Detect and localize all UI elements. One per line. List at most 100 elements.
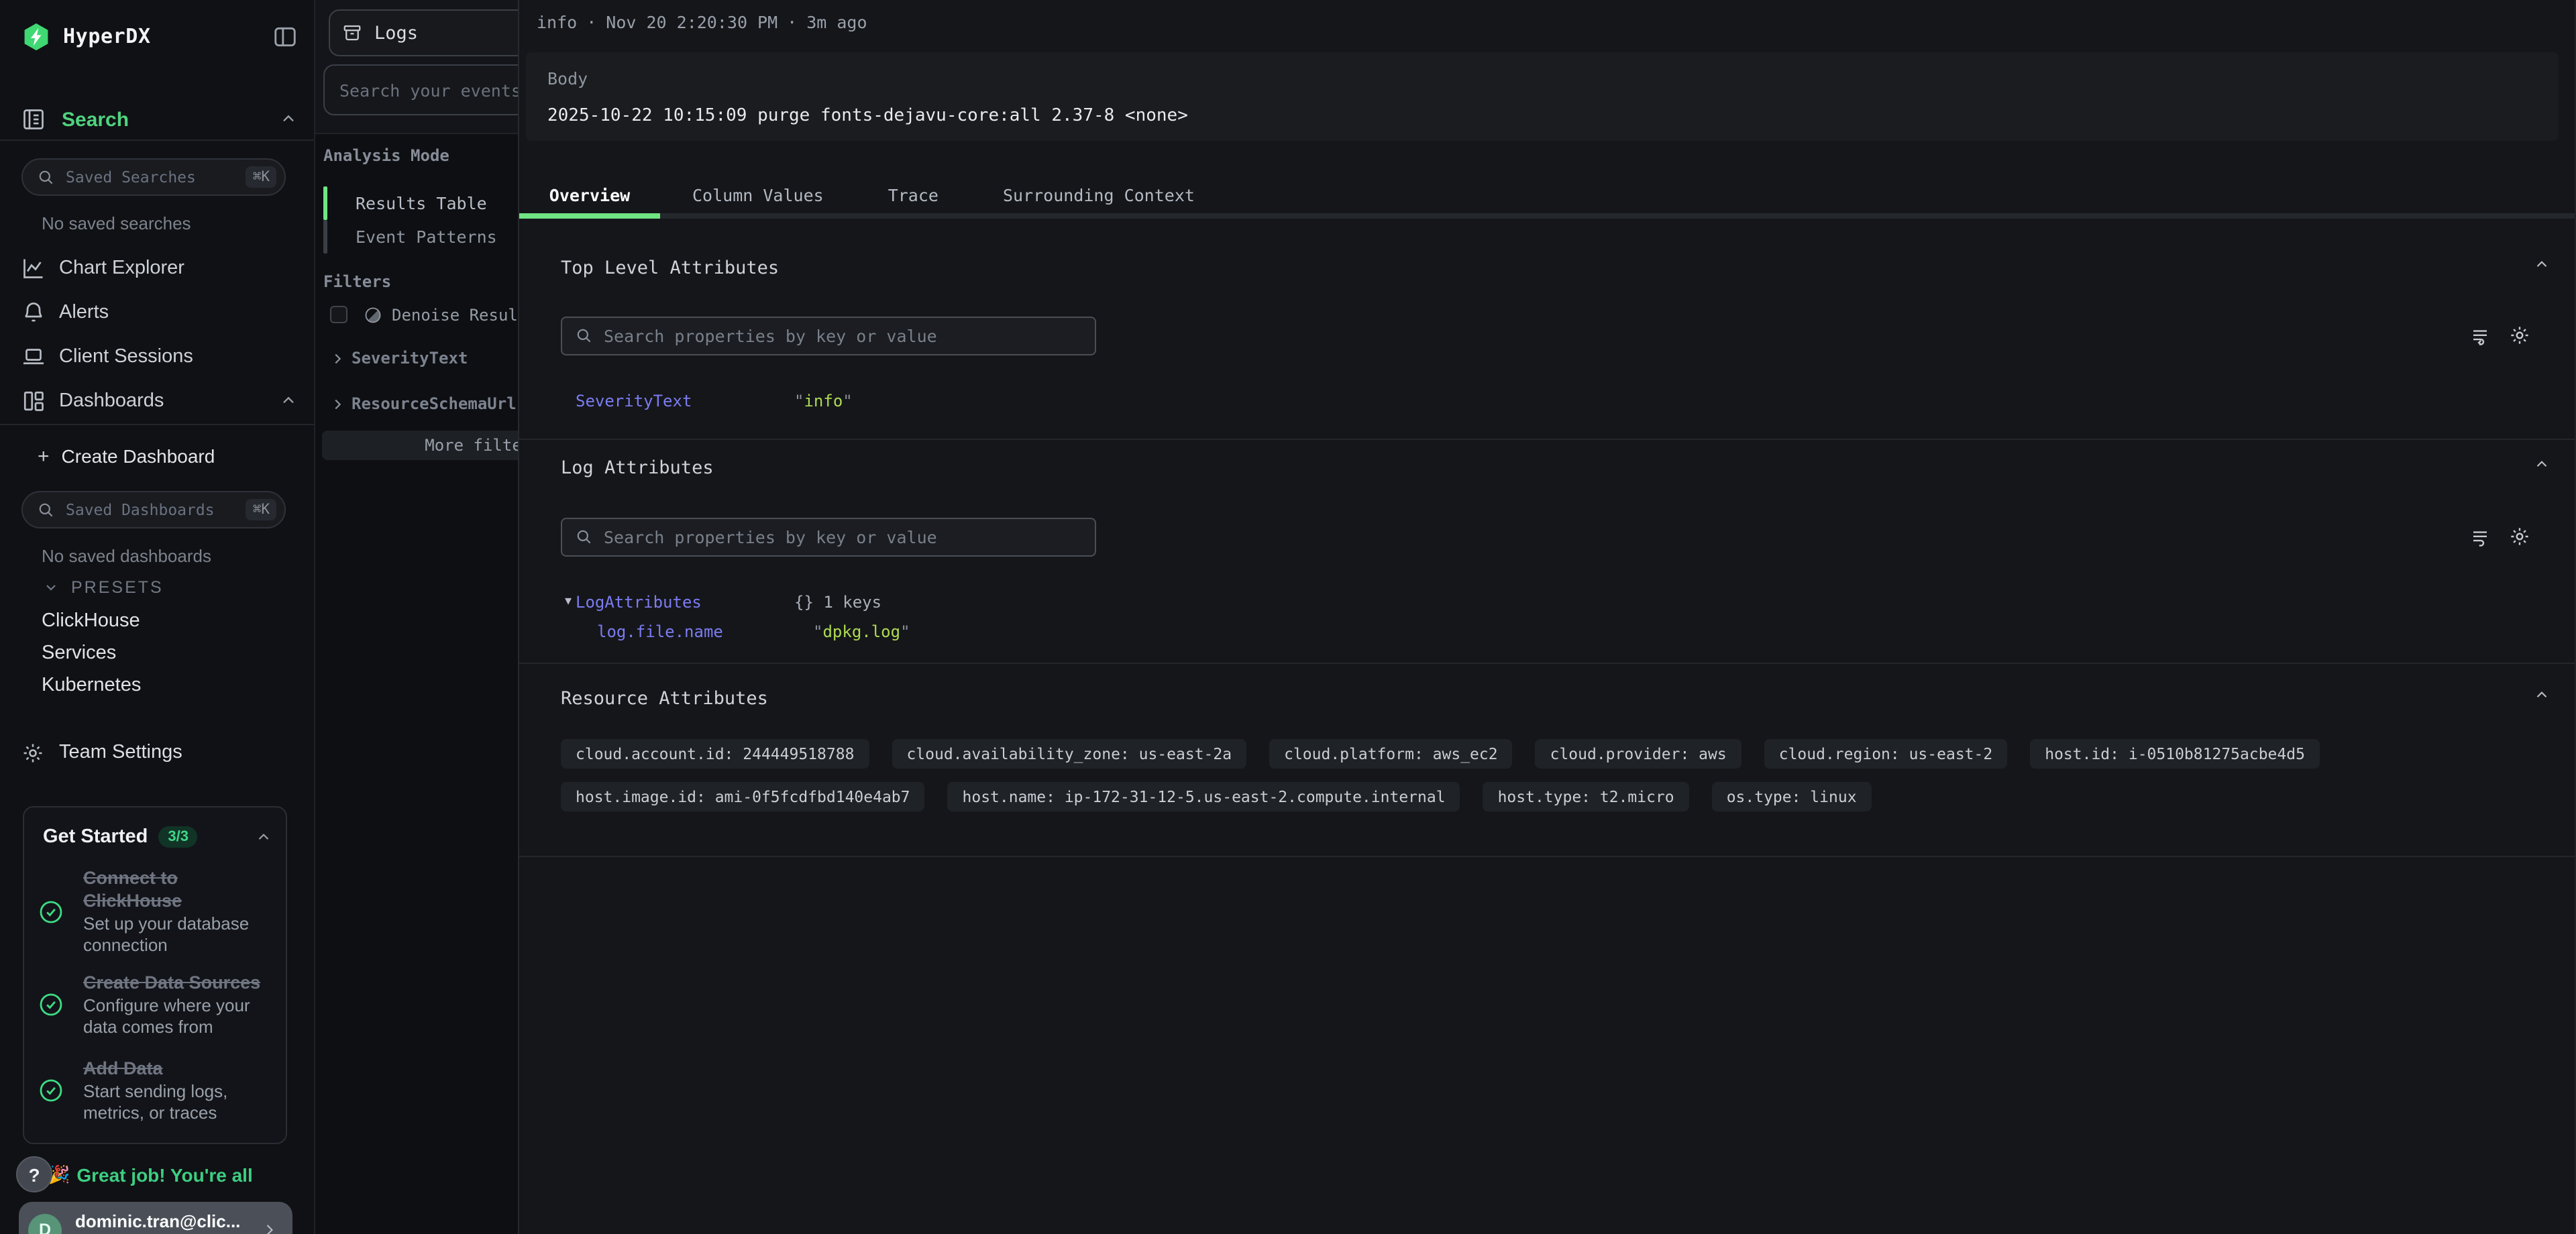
- preset-kubernetes[interactable]: Kubernetes: [42, 675, 141, 699]
- hyperdx-logo-icon: [21, 21, 51, 52]
- section-title-resource-attributes: Resource Attributes: [561, 688, 768, 710]
- section-title-top-level: Top Level Attributes: [561, 258, 779, 279]
- task-subtitle: Configure where your data comes from: [83, 995, 275, 1038]
- gear-icon: [21, 741, 44, 764]
- attribute-value[interactable]: "info": [794, 392, 853, 410]
- resource-chip[interactable]: cloud.availability_zone: us-east-2a: [892, 739, 1246, 769]
- team-settings-label: Team Settings: [59, 742, 182, 763]
- presets-toggle[interactable]: PRESETS: [43, 577, 164, 598]
- mode-event-patterns[interactable]: Event Patterns: [323, 220, 497, 254]
- section-divider: [519, 856, 2575, 857]
- resource-chip[interactable]: cloud.account.id: 244449518788: [561, 739, 869, 769]
- sidebar-item-alerts[interactable]: Alerts: [21, 290, 298, 334]
- divider: [0, 424, 314, 425]
- get-started-item-add-data[interactable]: Add Data Start sending logs, metrics, or…: [38, 1057, 275, 1124]
- filters-label: Filters: [323, 272, 391, 291]
- value-text: info: [804, 392, 843, 410]
- preset-services[interactable]: Services: [42, 642, 116, 667]
- filter-group-severitytext[interactable]: SeverityText: [330, 347, 468, 369]
- denoise-label: Denoise Results: [392, 305, 518, 324]
- search-icon: [38, 168, 55, 186]
- wrap-lines-icon[interactable]: [2470, 527, 2490, 547]
- search-filters-panel: Logs Search your events Analysis Mode Re…: [315, 0, 518, 1234]
- tab-column-values[interactable]: Column Values: [660, 184, 856, 205]
- body-card: Body 2025-10-22 10:15:09 purge fonts-dej…: [526, 52, 2559, 141]
- tab-overview[interactable]: Overview: [519, 184, 660, 205]
- resource-chip[interactable]: host.name: ip-172-31-12-5.us-east-2.comp…: [948, 782, 1460, 811]
- section-title-log-attributes: Log Attributes: [561, 457, 714, 479]
- resource-chip[interactable]: host.type: t2.micro: [1483, 782, 1689, 811]
- quote-mark: ": [794, 392, 804, 410]
- more-filters-button[interactable]: More filters: [322, 431, 518, 460]
- collapse-section-icon[interactable]: [2533, 687, 2551, 704]
- separator: ·: [586, 12, 596, 32]
- denoise-results-option[interactable]: Denoise Results: [330, 304, 518, 325]
- resource-chip[interactable]: cloud.provider: aws: [1536, 739, 1741, 769]
- chevron-up-icon[interactable]: [279, 110, 298, 129]
- property-search-input[interactable]: Search properties by key or value: [561, 518, 1096, 557]
- filter-group-resourceschemaurl[interactable]: ResourceSchemaUrl: [330, 393, 517, 414]
- gear-icon[interactable]: [2509, 325, 2530, 346]
- no-saved-searches-note: No saved searches: [42, 213, 191, 233]
- mode-results-table[interactable]: Results Table: [323, 186, 487, 220]
- get-started-item-datasources[interactable]: Create Data Sources Configure where your…: [38, 971, 275, 1038]
- tree-expand-caret[interactable]: ▾: [565, 594, 572, 609]
- active-tab-underline: [519, 213, 660, 219]
- chevron-right-icon: [330, 351, 345, 366]
- checkbox[interactable]: [330, 306, 347, 323]
- keys-count-meta: {} 1 keys: [794, 593, 881, 612]
- sidebar-item-search[interactable]: Search: [21, 105, 298, 134]
- create-dashboard-label: Create Dashboard: [62, 445, 215, 467]
- get-started-header[interactable]: Get Started 3/3: [43, 826, 272, 848]
- task-title: Add Data: [83, 1057, 275, 1080]
- sidebar-item-dashboards[interactable]: Dashboards: [21, 378, 298, 423]
- resource-chip[interactable]: os.type: linux: [1712, 782, 1872, 811]
- collapse-section-icon[interactable]: [2533, 256, 2551, 274]
- attribute-key[interactable]: SeverityText: [576, 392, 692, 410]
- user-account-button[interactable]: D dominic.tran@clic... dominic.tran@clic…: [19, 1202, 292, 1234]
- sidebar-item-team-settings[interactable]: Team Settings: [21, 738, 182, 767]
- help-button[interactable]: ?: [16, 1156, 52, 1192]
- resource-chip[interactable]: host.id: i-0510b81275acbe4d5: [2030, 739, 2320, 769]
- value-text: dpkg.log: [822, 622, 900, 641]
- mode-label: Results Table: [356, 193, 487, 213]
- attribute-key[interactable]: LogAttributes: [576, 593, 702, 612]
- sidebar-item-chart-explorer[interactable]: Chart Explorer: [21, 245, 298, 290]
- saved-dashboards-input[interactable]: Saved Dashboards ⌘K: [21, 491, 286, 528]
- chevron-up-icon[interactable]: [279, 391, 298, 410]
- sidebar-item-client-sessions[interactable]: Client Sessions: [21, 334, 298, 378]
- saved-searches-input[interactable]: Saved Searches ⌘K: [21, 158, 286, 196]
- get-started-item-connect[interactable]: Connect to ClickHouse Set up your databa…: [38, 866, 275, 956]
- separator: ·: [787, 12, 797, 32]
- check-circle-icon: [38, 1077, 64, 1104]
- attribute-value[interactable]: "dpkg.log": [813, 622, 910, 641]
- tab-surrounding-context[interactable]: Surrounding Context: [971, 184, 1227, 205]
- denoise-icon: [364, 305, 382, 324]
- resource-chip[interactable]: host.image.id: ami-0f5fcdfbd140e4ab7: [561, 782, 925, 811]
- wrap-lines-icon[interactable]: [2470, 326, 2490, 346]
- app-window: HyperDX Search Saved Searches ⌘K No save…: [0, 0, 2576, 1234]
- chevron-up-icon[interactable]: [255, 828, 272, 846]
- create-dashboard-button[interactable]: + Create Dashboard: [38, 443, 215, 469]
- collapse-section-icon[interactable]: [2533, 456, 2551, 473]
- event-timestamp: Nov 20 2:20:30 PM: [606, 12, 777, 32]
- tab-trace[interactable]: Trace: [856, 184, 971, 205]
- shortcut-badge: ⌘K: [246, 166, 276, 188]
- presets-label: PRESETS: [71, 578, 164, 597]
- nav-label: Alerts: [59, 301, 109, 323]
- preset-clickhouse[interactable]: ClickHouse: [42, 610, 140, 634]
- filter-group-label: SeverityText: [352, 349, 468, 368]
- gear-icon[interactable]: [2509, 526, 2530, 547]
- resource-chip[interactable]: cloud.platform: aws_ec2: [1269, 739, 1513, 769]
- property-search-placeholder: Search properties by key or value: [604, 527, 937, 547]
- dashboards-icon: [21, 388, 46, 412]
- chart-explorer-icon: [21, 256, 46, 280]
- attribute-key[interactable]: log.file.name: [597, 622, 723, 641]
- source-selector-button[interactable]: Logs: [329, 9, 518, 56]
- property-search-input[interactable]: Search properties by key or value: [561, 317, 1096, 355]
- sidebar-collapse-icon[interactable]: [272, 23, 298, 49]
- no-saved-dashboards-note: No saved dashboards: [42, 546, 211, 566]
- event-detail-panel: info·Nov 20 2:20:30 PM·3m ago Body 2025-…: [518, 0, 2576, 1234]
- event-search-input[interactable]: Search your events: [323, 64, 518, 115]
- resource-chip[interactable]: cloud.region: us-east-2: [1764, 739, 2008, 769]
